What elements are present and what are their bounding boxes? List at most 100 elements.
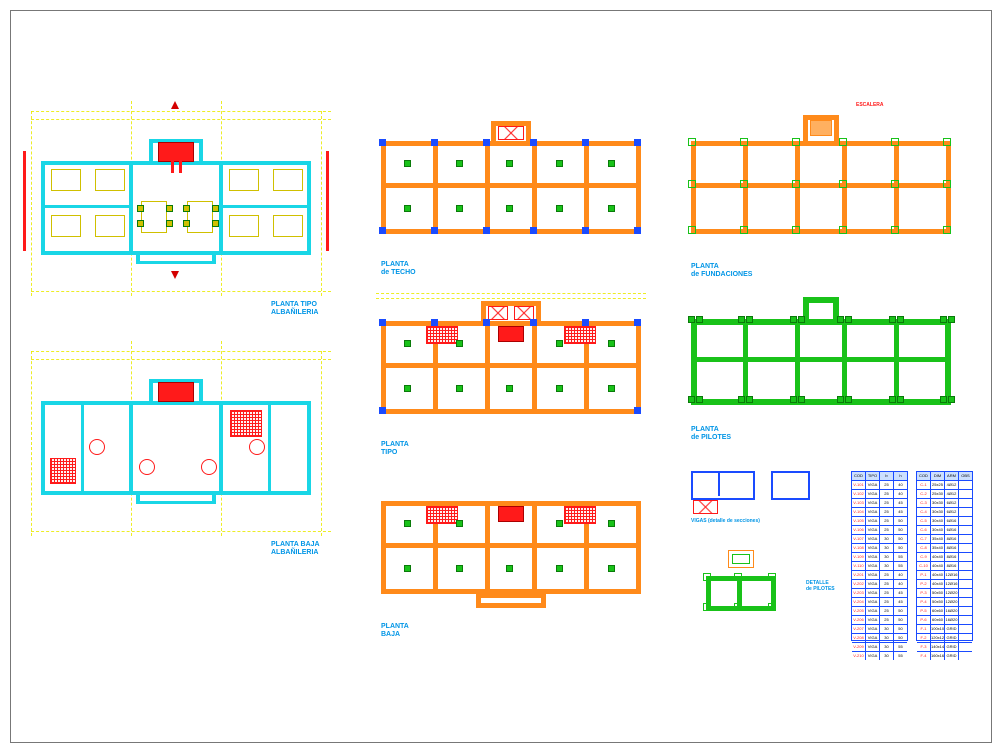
table-cell: C-10	[917, 562, 931, 570]
schedule-table-columnas: CODDIMARMOBSC-125x254Ø12C-225x304Ø12C-33…	[916, 471, 973, 641]
table-cell: C-3	[917, 499, 931, 507]
plan-tipo-albanileria-label: PLANTA TIPO ALBAÑILERIA	[271, 301, 318, 316]
plan-de-fundaciones-label: PLANTA de FUNDACIONES	[691, 263, 752, 278]
viga-section-label: VIGAS (detalle de secciones)	[691, 519, 760, 525]
plan-tipo	[381, 301, 641, 431]
table-cell	[959, 508, 972, 516]
table-cell: 6Ø12	[945, 499, 959, 507]
table-cell: 140x140	[931, 643, 945, 651]
table-cell: V-205	[852, 607, 866, 615]
table-cell: 100x100	[931, 625, 945, 633]
table-cell: 30x30	[931, 499, 945, 507]
table-cell: 16Ø20	[945, 607, 959, 615]
table-cell: C-9	[917, 553, 931, 561]
table-cell: 25	[880, 580, 894, 588]
plan-baja-albanileria-label: PLANTA BAJA ALBAÑILERIA	[271, 541, 320, 556]
table-cell: 6Ø16	[945, 517, 959, 525]
plan-baja	[381, 481, 641, 611]
table-cell: 30	[880, 625, 894, 633]
table-cell: 25	[880, 526, 894, 534]
table-cell	[959, 517, 972, 525]
escalera-note: ESCALERA	[856, 103, 884, 109]
table-cell: GRID	[945, 634, 959, 642]
table-cell: V-107	[852, 535, 866, 543]
table-cell: F-2	[917, 634, 931, 642]
table-cell: P-4	[917, 598, 931, 606]
table-cell: 25	[880, 598, 894, 606]
table-cell: GRID	[945, 643, 959, 651]
table-cell: GRID	[945, 652, 959, 660]
table-cell: C-7	[917, 535, 931, 543]
table-cell: 25	[880, 571, 894, 579]
table-cell: 50	[894, 535, 907, 543]
table-cell: V-204	[852, 598, 866, 606]
table-cell: 25	[880, 517, 894, 525]
table-cell: P-3	[917, 589, 931, 597]
table-cell	[959, 490, 972, 498]
plan-baja-albanileria	[41, 371, 311, 516]
table-cell: C-1	[917, 481, 931, 489]
table-cell	[959, 544, 972, 552]
table-cell: 60x60	[931, 607, 945, 615]
foundation-detail	[701, 546, 791, 636]
table-cell: V-206	[852, 616, 866, 624]
table-cell: 4Ø12	[945, 481, 959, 489]
table-cell: OBS	[959, 472, 972, 480]
plan-de-pilotes-label: PLANTA de PILOTES	[691, 426, 731, 441]
schedule-table-vigas: CODTIPObhV-101VIGA2540V-102VIGA2540V-103…	[851, 471, 908, 641]
table-cell: 55	[894, 553, 907, 561]
viga-section-details	[691, 466, 811, 516]
table-cell: VIGA	[866, 634, 880, 642]
table-cell: 8Ø16	[945, 535, 959, 543]
table-cell	[959, 616, 972, 624]
table-cell: TIPO	[866, 472, 880, 480]
table-cell: 40	[894, 481, 907, 489]
plan-baja-label: PLANTA BAJA	[381, 623, 409, 638]
table-cell: 40	[894, 580, 907, 588]
table-cell: 25	[880, 499, 894, 507]
table-cell: 30	[880, 544, 894, 552]
table-cell: 12Ø16	[945, 571, 959, 579]
table-cell: C-8	[917, 544, 931, 552]
table-cell: P-5	[917, 607, 931, 615]
table-cell: 25	[880, 490, 894, 498]
table-cell: V-209	[852, 643, 866, 651]
table-cell	[959, 481, 972, 489]
table-cell: 40x40	[931, 553, 945, 561]
table-cell: VIGA	[866, 607, 880, 615]
table-cell: 25	[880, 589, 894, 597]
table-cell: C-6	[917, 526, 931, 534]
table-cell: VIGA	[866, 625, 880, 633]
table-cell: V-101	[852, 481, 866, 489]
table-cell: 50	[894, 625, 907, 633]
table-cell: VIGA	[866, 553, 880, 561]
table-cell: P-1	[917, 571, 931, 579]
table-cell: 30	[880, 643, 894, 651]
table-cell: 50	[894, 607, 907, 615]
table-cell: V-207	[852, 625, 866, 633]
plan-tipo-albanileria	[41, 131, 311, 276]
table-cell: 50	[894, 526, 907, 534]
table-cell: V-201	[852, 571, 866, 579]
table-cell: VIGA	[866, 481, 880, 489]
table-cell: 45	[894, 499, 907, 507]
table-cell	[959, 571, 972, 579]
table-cell: 50x50	[931, 598, 945, 606]
table-cell	[959, 499, 972, 507]
table-cell: V-103	[852, 499, 866, 507]
table-cell: 12Ø20	[945, 598, 959, 606]
table-cell: 50	[894, 544, 907, 552]
table-cell: V-104	[852, 508, 866, 516]
table-cell: COD	[917, 472, 931, 480]
table-cell	[959, 598, 972, 606]
table-cell: 30	[880, 553, 894, 561]
table-cell: 45	[894, 598, 907, 606]
table-cell: 30	[880, 634, 894, 642]
table-cell: VIGA	[866, 616, 880, 624]
table-cell: 35x40	[931, 535, 945, 543]
table-cell: P-6	[917, 616, 931, 624]
table-cell: 35x40	[931, 544, 945, 552]
table-cell: 30	[880, 562, 894, 570]
table-cell: VIGA	[866, 526, 880, 534]
table-cell: 6Ø16	[945, 526, 959, 534]
